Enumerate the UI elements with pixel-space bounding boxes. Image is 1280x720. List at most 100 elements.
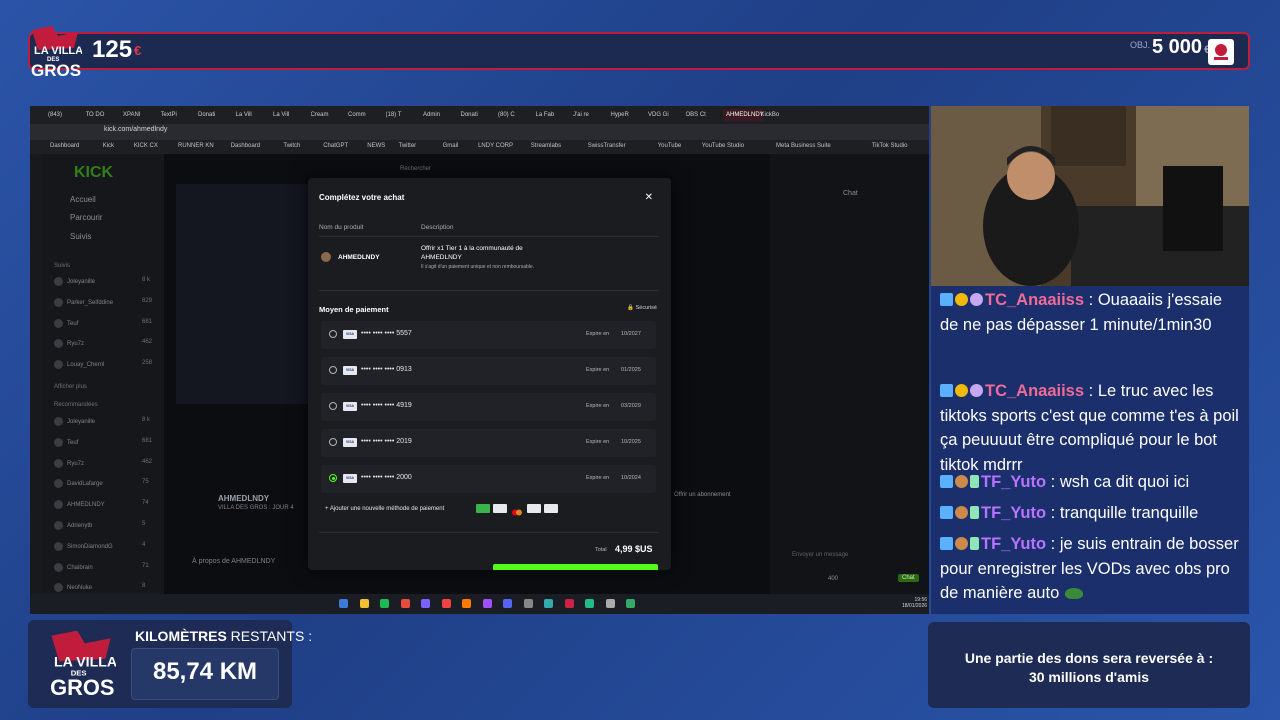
bookmark-item[interactable]: Streamlabs: [531, 143, 561, 149]
bookmark-item[interactable]: Gmail: [443, 143, 459, 149]
bookmark-item[interactable]: YouTube: [658, 143, 682, 149]
taskbar-app-icon[interactable]: [462, 599, 471, 608]
taskbar-app-icon[interactable]: [441, 599, 451, 608]
search-input[interactable]: Rechercher: [400, 166, 431, 172]
browser-tab[interactable]: Cream: [311, 109, 345, 121]
taskbar-app-icon[interactable]: [585, 599, 594, 608]
list-item[interactable]: Chaibrain 71: [54, 562, 149, 572]
card-radio[interactable]: [329, 330, 337, 338]
browser-tab[interactable]: TextPi: [161, 109, 195, 121]
bookmark-item[interactable]: KICK CX: [134, 143, 158, 149]
bookmark-item[interactable]: RUNNER KN: [178, 143, 214, 149]
chat-username[interactable]: TC_Anaaiiss: [985, 382, 1084, 400]
browser-tab[interactable]: La Vill: [236, 109, 270, 121]
bookmark-item[interactable]: Twitch: [283, 143, 300, 149]
list-item[interactable]: Joleyanille 8 k: [54, 417, 150, 426]
taskbar-app-icon[interactable]: [544, 599, 553, 608]
payment-card-option[interactable]: VISA •••• •••• •••• 0913 Expire en 01/2025: [321, 357, 656, 385]
bookmark-item[interactable]: Kick: [103, 143, 114, 149]
close-icon[interactable]: ✕: [645, 192, 653, 203]
browser-tab[interactable]: KickBo: [761, 109, 795, 121]
list-item[interactable]: DavidLafarge 75: [54, 479, 149, 489]
browser-tab[interactable]: (843): [48, 109, 82, 121]
taskbar-app-icon[interactable]: [380, 599, 389, 608]
browser-tab[interactable]: Donati: [461, 109, 495, 121]
bookmark-item[interactable]: Twitter: [399, 143, 417, 149]
browser-tab[interactable]: OBS Ct: [686, 109, 720, 121]
show-more-link[interactable]: Afficher plus: [54, 384, 87, 390]
taskbar-app-icon[interactable]: [421, 599, 430, 608]
taskbar-app-icon[interactable]: [503, 599, 512, 608]
payment-card-option[interactable]: VISA •••• •••• •••• 2000 Expire en 10/2024: [321, 465, 656, 493]
list-item[interactable]: NeoNuke 8: [54, 583, 145, 593]
taskbar-app-icon[interactable]: [523, 599, 533, 608]
taskbar-app-icon[interactable]: [400, 599, 410, 608]
taskbar-app-icon[interactable]: [482, 599, 492, 608]
list-item[interactable]: Louay_Chernl 258: [54, 360, 152, 370]
chat-username[interactable]: TC_Anaaiiss: [985, 291, 1084, 309]
chat-username[interactable]: TF_Yuto: [981, 535, 1046, 553]
browser-tab[interactable]: XPANI: [123, 109, 157, 121]
taskbar-app-icon[interactable]: [339, 599, 348, 608]
list-item[interactable]: Ryu7z 462: [54, 339, 152, 349]
card-radio[interactable]: [329, 366, 337, 374]
taskbar-app-icon[interactable]: [626, 599, 635, 608]
browser-tab[interactable]: La Vill: [273, 109, 307, 121]
browser-tab[interactable]: La Fab: [536, 109, 570, 121]
browser-tab[interactable]: TO DO: [86, 109, 120, 121]
pay-button[interactable]: [493, 564, 658, 570]
add-payment-method-button[interactable]: + Ajouter une nouvelle méthode de paieme…: [325, 506, 444, 512]
channel-item-name: Chaibrain: [67, 564, 93, 571]
browser-tab[interactable]: HypeR: [611, 109, 645, 121]
list-item[interactable]: Ryu7z 462: [54, 458, 152, 468]
bookmark-item[interactable]: YouTube Studio: [702, 143, 744, 149]
browser-tab[interactable]: (80) C: [498, 109, 532, 121]
gift-sub-button[interactable]: Offrir un abonnement: [674, 492, 731, 498]
list-item[interactable]: Parker_Seifddine 829: [54, 297, 152, 307]
chat-username[interactable]: TF_Yuto: [981, 504, 1046, 522]
list-item[interactable]: Adrienytb 5: [54, 521, 145, 530]
list-item[interactable]: AHMEDLNDY 74: [54, 500, 149, 510]
bookmark-item[interactable]: SwissTransfer: [588, 143, 626, 149]
taskbar-app-icon[interactable]: [564, 599, 574, 608]
nav-following[interactable]: Suivis: [70, 232, 91, 241]
address-url[interactable]: kick.com/ahmedlndy: [104, 126, 167, 133]
channel-name[interactable]: AHMEDLNDY: [218, 494, 269, 503]
nav-browse[interactable]: Parcourir: [70, 213, 102, 222]
browser-tab[interactable]: Comm: [348, 109, 382, 121]
browser-tab[interactable]: J'ai re: [573, 109, 607, 121]
browser-tab[interactable]: (18) T: [386, 109, 420, 121]
payment-card-option[interactable]: VISA •••• •••• •••• 5557 Expire en 10/2027: [321, 321, 656, 349]
taskbar-app-icon[interactable]: [605, 599, 615, 608]
kick-chat-input[interactable]: Envoyer un message: [792, 552, 848, 558]
bookmark-item[interactable]: Meta Business Suite: [776, 143, 831, 149]
mastercard-icon: [510, 504, 524, 516]
channel-item-name: Adrienytb: [67, 523, 93, 530]
bookmark-item[interactable]: ChatGPT: [323, 143, 348, 149]
browser-tab[interactable]: Admin: [423, 109, 457, 121]
bookmark-item[interactable]: Dashboard: [50, 143, 79, 149]
kick-chat-send-button[interactable]: Chat: [898, 574, 919, 582]
bookmark-item[interactable]: TikTok Studio: [872, 143, 908, 149]
chat-username[interactable]: TF_Yuto: [981, 473, 1046, 491]
bookmark-item[interactable]: Dashboard: [231, 143, 260, 149]
avatar: [54, 500, 63, 510]
payment-card-option[interactable]: VISA •••• •••• •••• 2019 Expire en 10/2025: [321, 429, 656, 457]
bookmark-item[interactable]: LNDY CORP: [478, 143, 513, 149]
taskbar-clock[interactable]: 19:56 18/01/2026: [902, 597, 927, 609]
nav-home[interactable]: Accueil: [70, 195, 96, 204]
taskbar-app-icon[interactable]: [359, 599, 369, 608]
payment-card-option[interactable]: VISA •••• •••• •••• 4919 Expire en 03/2029: [321, 393, 656, 421]
list-item[interactable]: Joleyanille 8 k: [54, 277, 150, 286]
list-item[interactable]: SimonDiamondG 4: [54, 541, 145, 551]
kick-logo[interactable]: KICK: [74, 164, 113, 182]
browser-tab[interactable]: VDG Gi: [648, 109, 682, 121]
bookmark-item[interactable]: NEWS: [367, 143, 385, 149]
list-item[interactable]: Teuf 681: [54, 437, 152, 447]
list-item[interactable]: Teuf 681: [54, 318, 152, 328]
card-radio[interactable]: [329, 474, 337, 482]
card-radio[interactable]: [329, 438, 337, 446]
browser-tab[interactable]: Donati: [198, 109, 232, 121]
browser-tab[interactable]: AHMEDLNDY: [723, 109, 763, 121]
card-radio[interactable]: [329, 402, 337, 410]
